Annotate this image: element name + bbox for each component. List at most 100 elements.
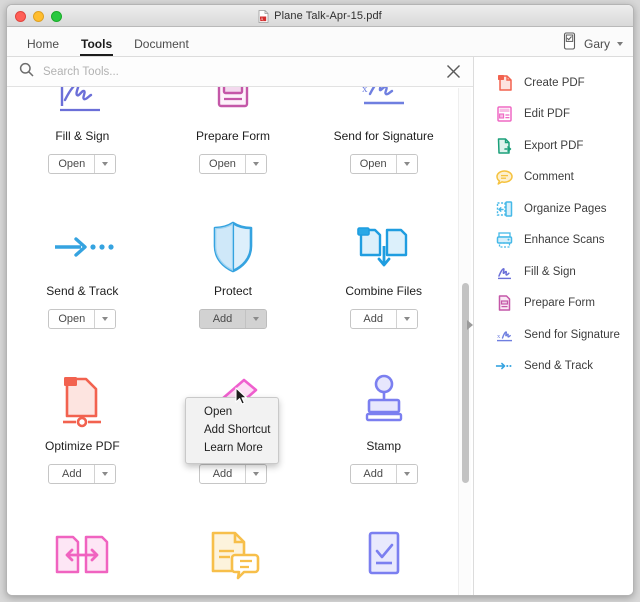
stamp-icon: [348, 371, 420, 433]
window-body: Fill & Sign Open: [7, 57, 633, 596]
dropdown-item-add-shortcut[interactable]: Add Shortcut: [186, 421, 278, 439]
user-name-label: Gary: [584, 37, 610, 51]
tool-card-fill-sign[interactable]: Fill & Sign Open: [7, 87, 158, 200]
sidebar-item-label: Export PDF: [524, 140, 583, 152]
sidebar-item-label: Comment: [524, 171, 574, 183]
tool-action-dropdown-arrow[interactable]: [397, 310, 417, 328]
close-icon[interactable]: [446, 64, 461, 79]
tool-action-button-fill-sign[interactable]: Open: [48, 154, 116, 174]
tools-grid-scroll-area: Fill & Sign Open: [7, 87, 473, 595]
tool-action-label: Add: [351, 310, 397, 328]
tab-document[interactable]: Document: [123, 38, 200, 56]
tool-card-prepare-form[interactable]: Prepare Form Open: [158, 87, 309, 200]
sidebar-item-send-for-signature[interactable]: x Send for Signature: [474, 319, 633, 351]
tool-action-dropdown-arrow[interactable]: [246, 465, 266, 483]
send-signature-icon: x: [348, 87, 420, 123]
tools-grid: Fill & Sign Open: [7, 87, 459, 595]
svg-text:x: x: [497, 333, 501, 340]
tool-action-label: Open: [351, 155, 397, 173]
prepare-form-icon: [197, 87, 269, 123]
tool-action-button-send-track[interactable]: Open: [48, 309, 116, 329]
tool-action-label: Add: [49, 465, 95, 483]
tool-action-button-protect[interactable]: Add: [199, 309, 267, 329]
dropdown-item-learn-more[interactable]: Learn More: [186, 439, 278, 457]
send-track-icon: [495, 357, 513, 375]
create-pdf-icon: [495, 74, 513, 92]
tool-action-button-combine-files[interactable]: Add: [350, 309, 418, 329]
tool-action-label: Open: [49, 155, 95, 173]
enhance-scans-icon: [495, 231, 513, 249]
search-input[interactable]: [43, 66, 343, 78]
tool-action-dropdown-menu[interactable]: Open Add Shortcut Learn More: [185, 397, 279, 464]
tool-action-label: Add: [351, 465, 397, 483]
send-signature-icon: x: [495, 326, 513, 344]
window-title-group: A Plane Talk-Apr-15.pdf: [7, 5, 633, 27]
tool-action-button-redact[interactable]: Add: [199, 464, 267, 484]
tool-action-dropdown-arrow[interactable]: [246, 155, 266, 173]
shield-icon: [197, 216, 269, 278]
tool-card-combine-files[interactable]: Combine Files Add: [308, 200, 459, 355]
tools-panel-scrollbar[interactable]: [458, 88, 471, 596]
tool-label: Fill & Sign: [55, 129, 109, 143]
sidebar-item-edit-pdf[interactable]: Edit PDF: [474, 99, 633, 131]
sidebar-item-organize-pages[interactable]: Organize Pages: [474, 193, 633, 225]
tool-card-send-track[interactable]: Send & Track Open: [7, 200, 158, 355]
sidebar-item-label: Edit PDF: [524, 108, 570, 120]
sidebar-item-fill-sign[interactable]: Fill & Sign: [474, 256, 633, 288]
right-tools-sidebar: Create PDF Edit PDF: [474, 57, 633, 596]
tools-search-bar: [7, 57, 473, 87]
tool-action-button-send-for-signature[interactable]: Open: [350, 154, 418, 174]
send-track-icon: [46, 216, 118, 278]
scrollbar-thumb[interactable]: [462, 283, 469, 483]
tool-card-optimize-pdf[interactable]: Optimize PDF Add: [7, 355, 158, 510]
sidebar-item-export-pdf[interactable]: Export PDF: [474, 130, 633, 162]
tool-action-dropdown-arrow[interactable]: [246, 310, 266, 328]
sidebar-item-label: Organize Pages: [524, 203, 606, 215]
tool-action-label: Add: [200, 465, 246, 483]
tool-action-button-prepare-form[interactable]: Open: [199, 154, 267, 174]
sidebar-item-comment[interactable]: Comment: [474, 162, 633, 194]
tool-label: Optimize PDF: [45, 439, 120, 453]
fill-sign-icon: [46, 87, 118, 123]
tool-action-label: Open: [49, 310, 95, 328]
tool-card-compare-documents[interactable]: Compare Documents: [7, 510, 158, 595]
action-wizard-icon: [348, 526, 420, 588]
sidebar-item-label: Create PDF: [524, 77, 585, 89]
main-tab-bar: Home Tools Document Gary: [7, 27, 633, 57]
sidebar-item-label: Prepare Form: [524, 297, 595, 309]
tool-card-protect[interactable]: Protect Add: [158, 200, 309, 355]
tool-card-send-for-signature[interactable]: x Send for Signature Open: [308, 87, 459, 200]
sidebar-item-send-track[interactable]: Send & Track: [474, 351, 633, 383]
tool-action-dropdown-arrow[interactable]: [95, 155, 115, 173]
tool-label: Prepare Form: [196, 129, 270, 143]
tool-action-dropdown-arrow[interactable]: [95, 310, 115, 328]
search-icon: [19, 62, 34, 82]
tool-action-button-stamp[interactable]: Add: [350, 464, 418, 484]
sidebar-item-enhance-scans[interactable]: Enhance Scans: [474, 225, 633, 257]
organize-pages-icon: [495, 200, 513, 218]
send-comments-icon: [197, 526, 269, 588]
tool-action-dropdown-arrow[interactable]: [397, 155, 417, 173]
optimize-pdf-icon: [46, 371, 118, 433]
tab-tools[interactable]: Tools: [70, 38, 123, 56]
tool-action-dropdown-arrow[interactable]: [397, 465, 417, 483]
tool-action-label: Add: [200, 310, 246, 328]
user-menu[interactable]: Gary: [562, 32, 623, 55]
dropdown-item-open[interactable]: Open: [186, 403, 278, 421]
tab-home[interactable]: Home: [16, 38, 70, 56]
pane-expand-arrow[interactable]: [467, 320, 473, 330]
tool-label: Send for Signature: [334, 129, 434, 143]
tool-action-dropdown-arrow[interactable]: [95, 465, 115, 483]
fill-sign-icon: [495, 263, 513, 281]
tool-card-stamp[interactable]: Stamp Add: [308, 355, 459, 510]
tool-label: Send & Track: [46, 284, 118, 298]
svg-text:x: x: [362, 87, 368, 95]
sidebar-item-prepare-form[interactable]: Prepare Form: [474, 288, 633, 320]
tool-card-action-wizard[interactable]: Action Wizard: [308, 510, 459, 595]
tool-card-send-for-comments[interactable]: Send for Comments: [158, 510, 309, 595]
sidebar-item-create-pdf[interactable]: Create PDF: [474, 67, 633, 99]
tool-label: Action Wizard: [347, 594, 421, 595]
tools-panel: Fill & Sign Open: [7, 57, 474, 596]
tool-label: Send for Comments: [180, 594, 287, 595]
tool-action-button-optimize-pdf[interactable]: Add: [48, 464, 116, 484]
